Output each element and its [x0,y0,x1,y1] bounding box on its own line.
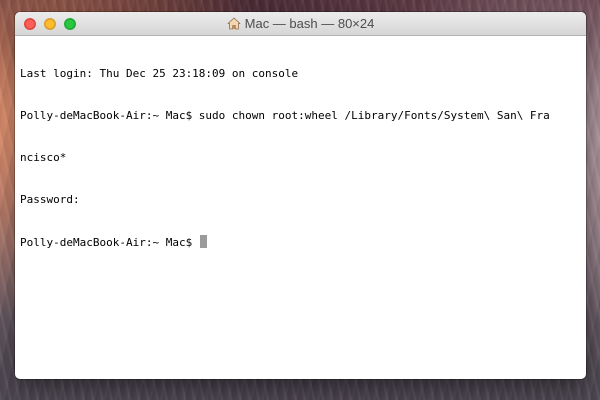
close-button[interactable] [24,18,36,30]
minimize-button[interactable] [44,18,56,30]
window-titlebar[interactable]: Mac — bash — 80×24 [15,12,586,36]
terminal-window[interactable]: Mac — bash — 80×24 Last login: Thu Dec 2… [15,12,586,379]
window-title-text: Mac — bash — 80×24 [244,16,375,31]
terminal-line-last-login: Last login: Thu Dec 25 23:18:09 on conso… [20,67,299,80]
home-icon [227,17,241,30]
terminal-line-password: Password: [20,193,80,206]
terminal-prompt-line[interactable]: Polly-deMacBook-Air:~ Mac$ [20,235,582,249]
zoom-button[interactable] [64,18,76,30]
terminal-line-command-wrap: ncisco* [20,151,67,164]
terminal-line-command: Polly-deMacBook-Air:~ Mac$ sudo chown ro… [20,109,550,122]
window-controls [24,18,76,30]
window-title: Mac — bash — 80×24 [227,16,375,31]
terminal-prompt: Polly-deMacBook-Air:~ Mac$ [20,236,199,249]
text-cursor [199,235,207,248]
terminal-output[interactable]: Last login: Thu Dec 25 23:18:09 on conso… [15,36,586,277]
